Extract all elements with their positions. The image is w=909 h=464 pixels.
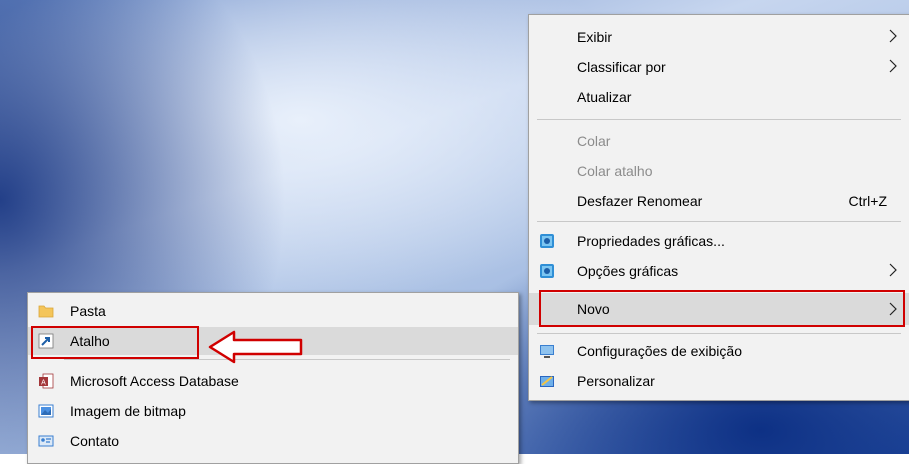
- chevron-right-icon: [889, 29, 897, 43]
- bitmap-image-icon: [38, 404, 54, 418]
- graphics-icon: [540, 234, 554, 248]
- menu-separator: [537, 221, 901, 222]
- menu-item-personalizar[interactable]: Personalizar: [529, 367, 909, 395]
- new-submenu: Pasta Atalho A Microsoft Access Database…: [27, 292, 519, 464]
- svg-text:A: A: [41, 380, 46, 387]
- annotation-arrow-icon: [208, 330, 303, 364]
- menu-item-propriedades-graficas[interactable]: Propriedades gráficas...: [529, 227, 909, 255]
- graphics-icon: [540, 264, 554, 278]
- chevron-right-icon: [889, 263, 897, 277]
- menu-item-desfazer-renomear[interactable]: Desfazer Renomear Ctrl+Z: [529, 187, 909, 215]
- shortcut-label: Ctrl+Z: [848, 193, 888, 209]
- menu-item-configuracoes-de-exibicao[interactable]: Configurações de exibição: [529, 337, 909, 365]
- submenu-item-label: Imagem de bitmap: [70, 403, 186, 419]
- menu-item-exibir[interactable]: Exibir: [529, 23, 909, 51]
- submenu-item-imagem-de-bitmap[interactable]: Imagem de bitmap: [28, 397, 518, 425]
- chevron-right-icon: [889, 59, 897, 73]
- folder-icon: [38, 305, 54, 318]
- menu-separator: [537, 333, 901, 334]
- menu-item-classificar-por[interactable]: Classificar por: [529, 53, 909, 81]
- menu-item-label: Propriedades gráficas...: [577, 233, 725, 249]
- menu-item-label: Colar atalho: [577, 163, 653, 179]
- novo-highlight-box: [539, 290, 905, 327]
- menu-separator: [537, 119, 901, 120]
- menu-item-label: Opções gráficas: [577, 263, 679, 279]
- atalho-highlight-box: [31, 326, 199, 359]
- menu-item-label: Desfazer Renomear: [577, 193, 703, 209]
- menu-item-label: Atualizar: [577, 89, 632, 105]
- desktop-context-menu: Exibir Classificar por Atualizar Colar C…: [528, 14, 909, 401]
- menu-item-colar-atalho: Colar atalho: [529, 157, 909, 185]
- submenu-item-contato[interactable]: Contato: [28, 427, 518, 455]
- menu-item-label: Colar: [577, 133, 611, 149]
- display-settings-icon: [540, 345, 554, 358]
- submenu-item-label: Microsoft Access Database: [70, 373, 239, 389]
- menu-item-colar: Colar: [529, 127, 909, 155]
- menu-item-atualizar[interactable]: Atualizar: [529, 83, 909, 111]
- menu-item-label: Configurações de exibição: [577, 343, 742, 359]
- menu-item-label: Exibir: [577, 29, 613, 45]
- access-database-icon: A: [39, 373, 54, 389]
- menu-item-label: Classificar por: [577, 59, 666, 75]
- contact-icon: [38, 435, 54, 447]
- menu-item-opcoes-graficas[interactable]: Opções gráficas: [529, 257, 909, 285]
- submenu-item-label: Contato: [70, 433, 120, 449]
- submenu-item-pasta[interactable]: Pasta: [28, 297, 518, 325]
- submenu-item-label: Pasta: [70, 303, 106, 319]
- menu-item-label: Personalizar: [577, 373, 655, 389]
- personalize-icon: [540, 376, 554, 387]
- submenu-item-microsoft-access-database[interactable]: A Microsoft Access Database: [28, 367, 518, 395]
